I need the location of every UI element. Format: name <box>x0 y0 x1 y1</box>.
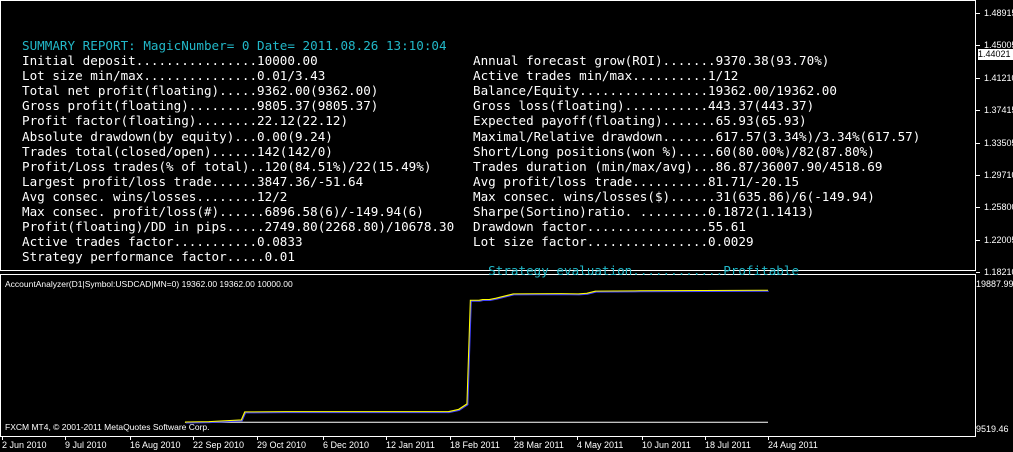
indicator-scale-top: 19887.99 <box>976 279 1013 289</box>
indicator-scale-bottom: 9519.46 <box>976 424 1009 434</box>
report-right-row: Lot size factor................0.0029 <box>473 234 754 250</box>
date-label: 18 Feb 2011 <box>450 440 500 450</box>
report-right-row: Avg profit/loss trade..........81.71/-20… <box>473 173 800 189</box>
date-tick <box>577 437 578 440</box>
price-scale-label: 1.29710 <box>984 170 1013 180</box>
date-label: 12 Jan 2011 <box>386 440 435 450</box>
price-scale-label: 1.25800 <box>984 202 1013 213</box>
date-tick <box>705 437 706 440</box>
report-left-row: Total net profit(floating).....9362.00(9… <box>22 83 379 99</box>
report-right-row: Short/Long positions(won %).....60(80.00… <box>473 143 875 159</box>
date-label: 24 Aug 2011 <box>768 440 818 450</box>
equity-line <box>185 290 769 424</box>
price-scale-tick <box>976 77 980 79</box>
report-left-row: Gross profit(floating).........9805.37(9… <box>22 98 379 114</box>
price-scale-label: 1.41210 <box>984 72 1013 83</box>
date-tick <box>642 437 643 440</box>
date-tick <box>65 437 66 440</box>
date-label: 18 Jul 2011 <box>705 440 751 450</box>
date-tick <box>2 437 3 440</box>
report-left-row: Profit factor(floating)........22.12(22.… <box>22 113 349 129</box>
report-left-row: Profit/Loss trades(% of total)..120(84.5… <box>22 158 432 174</box>
date-label: 16 Aug 2010 <box>130 440 181 450</box>
price-scale-tick <box>976 45 980 47</box>
date-label: 10 Jun 2011 <box>642 440 691 450</box>
price-scale-label: 1.22005 <box>984 234 1013 245</box>
report-left-row: Profit(floating)/DD in pips.....2749.80(… <box>22 219 455 235</box>
date-label: 2 Jun 2010 <box>2 440 47 450</box>
date-label: 4 May 2011 <box>577 440 624 450</box>
report-right-row: Drawdown factor................55.61 <box>473 219 746 235</box>
price-scale-label: 1.18210 <box>984 267 1013 278</box>
report-right-row: Balance/Equity.................19362.00/… <box>473 83 837 99</box>
report-right-row: Expected payoff(floating).......65.93(65… <box>473 113 807 129</box>
report-right-row: Active trades min/max..........1/12 <box>473 68 739 84</box>
report-left-row: Trades total(closed/open)......142(142/0… <box>22 143 333 159</box>
report-title: SUMMARY REPORT: MagicNumber= 0 Date= 201… <box>22 38 447 53</box>
date-tick <box>193 437 194 440</box>
report-right-row: Gross loss(floating)...........443.37(44… <box>473 98 815 114</box>
date-label: 28 Mar 2011 <box>514 440 564 450</box>
date-tick <box>130 437 131 440</box>
price-scale-tick <box>976 13 980 14</box>
date-tick <box>257 437 258 440</box>
date-label: 29 Oct 2010 <box>257 440 307 450</box>
report-right-row: Annual forecast grow(ROI).......9370.38(… <box>473 53 830 68</box>
date-label: 9 Jul 2010 <box>65 440 107 450</box>
price-scale-label: 1.37415 <box>984 105 1013 116</box>
price-scale-tick <box>976 110 980 112</box>
current-price-label: 1.44021 <box>978 49 1013 60</box>
date-tick <box>768 437 769 440</box>
report-left-row: Initial deposit................10000.00 <box>22 53 318 68</box>
balance-line <box>184 289 769 423</box>
price-scale-tick <box>976 175 980 176</box>
price-scale-label: 1.33505 <box>984 137 1013 148</box>
report-left-row: Max consec. profit/loss(#)......6896.58(… <box>22 204 424 219</box>
date-tick <box>450 437 451 440</box>
report-left-row: Active trades factor...........0.0833 <box>22 234 303 250</box>
price-scale-tick <box>976 207 980 209</box>
date-tick <box>386 437 387 440</box>
date-label: 22 Sep 2010 <box>193 440 245 450</box>
report-left-row: Avg consec. wins/losses........12/2 <box>22 188 288 204</box>
equity-chart <box>184 289 769 424</box>
report-right-row: Max consec. wins/losses($)......31(635.8… <box>473 188 875 204</box>
report-right-row: Sharpe(Sortino)ratio. .........0.1872(1.… <box>473 204 815 219</box>
date-label: 6 Dec 2010 <box>323 440 370 450</box>
report-left-row: Absolute drawdown(by equity)...0.00(9.24… <box>22 128 333 144</box>
date-tick <box>323 437 324 440</box>
price-scale-label: 1.48915 <box>984 8 1013 18</box>
report-left-row: Strategy performance factor.....0.01 <box>22 249 295 265</box>
price-scale-tick <box>976 239 980 241</box>
price-scale-tick <box>976 272 980 274</box>
report-right-row: Maximal/Relative drawdown.......617.57(3… <box>473 128 921 144</box>
report-left-row: Lot size min/max...............0.01/3.43 <box>22 68 326 84</box>
report-left-row: Largest profit/loss trade......3847.36/-… <box>22 173 364 189</box>
price-scale-tick <box>976 142 980 144</box>
date-tick <box>514 437 515 440</box>
report-right-row: Trades duration (min/max/avg)...86.87/36… <box>473 158 883 174</box>
